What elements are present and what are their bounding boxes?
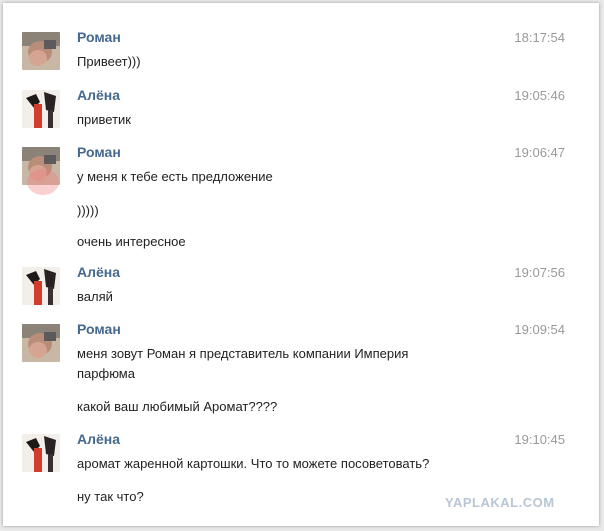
chat-window: Роман 18:17:54 Привеет))) Алёна 19:05:46… bbox=[3, 3, 599, 526]
message-text: очень интересное bbox=[77, 234, 186, 249]
watermark: YAPLAKAL.COM bbox=[445, 495, 555, 510]
sender-name[interactable]: Роман bbox=[77, 321, 121, 337]
message-text: приветик bbox=[77, 112, 131, 127]
message-time: 19:10:45 bbox=[514, 432, 565, 447]
avatar-roman[interactable] bbox=[22, 32, 60, 70]
message-time: 18:17:54 bbox=[514, 30, 565, 45]
sender-name[interactable]: Алёна bbox=[77, 264, 120, 280]
sender-name[interactable]: Роман bbox=[77, 29, 121, 45]
message-text: меня зовут Роман я представитель компани… bbox=[77, 346, 409, 361]
message-text: Привеет))) bbox=[77, 54, 141, 69]
message-text: аромат жаренной картошки. Что то можете … bbox=[77, 456, 430, 471]
avatar-roman[interactable] bbox=[22, 324, 60, 362]
sender-name[interactable]: Алёна bbox=[77, 431, 120, 447]
message-text: ))))) bbox=[77, 203, 99, 218]
avatar-alena[interactable] bbox=[22, 267, 60, 305]
highlight-mark bbox=[27, 169, 59, 195]
message-time: 19:07:56 bbox=[514, 265, 565, 280]
message-text: валяй bbox=[77, 289, 113, 304]
sender-name[interactable]: Роман bbox=[77, 144, 121, 160]
sender-name[interactable]: Алёна bbox=[77, 87, 120, 103]
message-time: 19:05:46 bbox=[514, 88, 565, 103]
message-text: какой ваш любимый Аромат???? bbox=[77, 399, 278, 414]
message-time: 19:09:54 bbox=[514, 322, 565, 337]
message-text: ну так что? bbox=[77, 489, 144, 504]
message-time: 19:06:47 bbox=[514, 145, 565, 160]
avatar-alena[interactable] bbox=[22, 90, 60, 128]
message-text: у меня к тебе есть предложение bbox=[77, 169, 273, 184]
message-text: парфюма bbox=[77, 366, 135, 381]
avatar-alena[interactable] bbox=[22, 434, 60, 472]
